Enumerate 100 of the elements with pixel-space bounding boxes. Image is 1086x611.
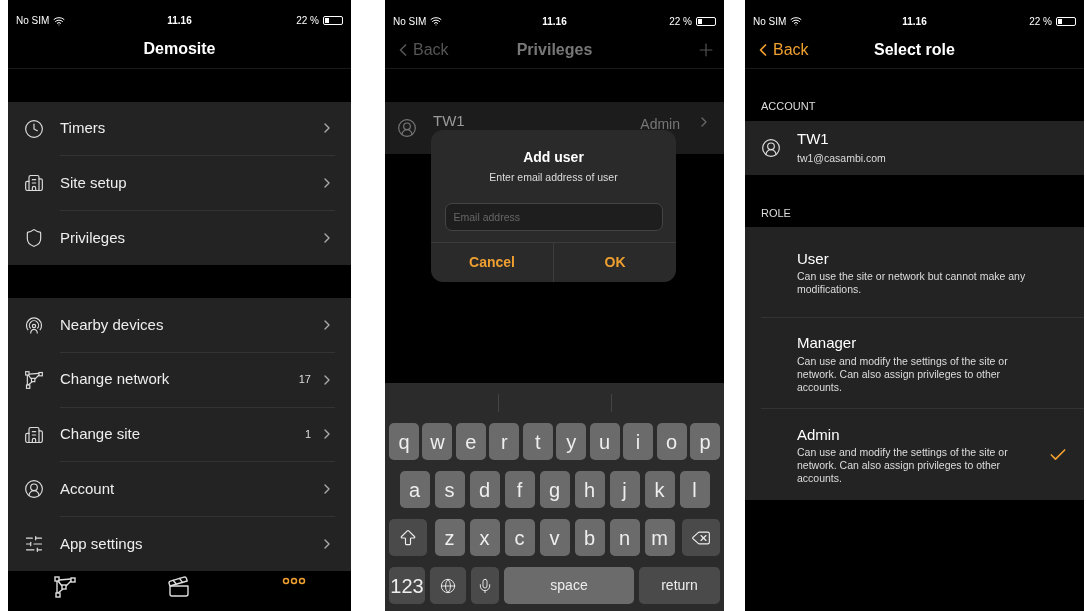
carrier-text: No SIM: [393, 14, 427, 29]
role-description: Can use and modify the settings of the site or network. Can also assign privileges to other accounts.: [797, 354, 1009, 394]
numbers-key[interactable]: 123: [389, 567, 425, 604]
section-header: ACCOUNT: [760, 99, 817, 114]
menu-label: Privileges: [60, 227, 127, 248]
clock-text: 11.16: [167, 14, 192, 29]
menu-label: Site setup: [60, 172, 128, 193]
count-text: 1: [304, 427, 311, 443]
nearby-icon: [24, 315, 44, 336]
menu-label: Change site: [60, 424, 142, 445]
role-name: Manager: [797, 333, 858, 354]
battery-icon: [1056, 16, 1076, 26]
menu-item[interactable]: Change network 17: [8, 352, 351, 408]
keyboard-key[interactable]: n: [609, 519, 640, 556]
mic-key[interactable]: [471, 567, 499, 604]
network-icon: [53, 575, 78, 600]
keyboard-key[interactable]: q: [389, 423, 419, 460]
user-icon: [24, 479, 44, 500]
keyboard-key[interactable]: c: [504, 519, 535, 556]
menu-label: Timers: [60, 118, 107, 139]
shift-key[interactable]: [389, 519, 427, 556]
sliders-icon: [24, 534, 44, 554]
role-description: Can use the site or network but cannot make any modifications.: [797, 270, 1027, 297]
role-option[interactable]: Admin Can use and modify the settings of the site or network. Can also assign privileges to other accounts.: [761, 409, 1084, 500]
screen-title: Privileges: [516, 39, 593, 60]
keyboard-key[interactable]: u: [589, 423, 620, 460]
battery-text: 22 %: [296, 14, 319, 29]
dialog-message: Enter email address of user: [489, 170, 618, 185]
globe-icon: [440, 577, 456, 594]
battery-text: 22 %: [1029, 14, 1052, 29]
dialog-button[interactable]: OK: [553, 243, 676, 282]
clock-text: 11.16: [542, 14, 567, 29]
keyboard-key[interactable]: b: [574, 519, 605, 556]
account-name: TW1: [797, 129, 830, 150]
keyboard-key[interactable]: y: [556, 423, 587, 460]
screen-title: Demosite: [143, 39, 216, 60]
section-header: ROLE: [760, 205, 792, 221]
keyboard-key[interactable]: d: [469, 471, 500, 508]
keyboard-key[interactable]: r: [489, 423, 520, 460]
user-icon: [397, 118, 417, 138]
menu-item[interactable]: Timers: [8, 101, 351, 157]
keyboard-key[interactable]: o: [656, 423, 687, 460]
building-icon: [24, 173, 44, 194]
wifi-icon: [53, 14, 66, 27]
keyboard-key[interactable]: w: [422, 423, 453, 460]
keyboard-key[interactable]: p: [689, 423, 720, 460]
keyboard-key[interactable]: m: [644, 519, 675, 556]
space-key[interactable]: space: [504, 567, 634, 604]
microphone-icon: [477, 577, 493, 594]
role-description: Can use and modify the settings of the site or network. Can also assign privileges to other accounts.: [797, 446, 1009, 486]
clock-icon: [24, 118, 44, 139]
wifi-icon: [790, 15, 803, 27]
battery-icon: [323, 16, 343, 26]
keyboard-key[interactable]: g: [539, 471, 570, 508]
menu-item[interactable]: Site setup: [8, 156, 351, 211]
return-key[interactable]: return: [639, 567, 720, 604]
carrier-text: No SIM: [753, 14, 787, 29]
keyboard-key[interactable]: h: [574, 471, 605, 508]
keyboard-key[interactable]: l: [679, 471, 710, 508]
menu-label: Nearby devices: [60, 314, 165, 335]
battery-text: 22 %: [669, 14, 692, 29]
shift-icon: [398, 527, 418, 548]
user-name: TW1: [433, 111, 466, 131]
menu-item[interactable]: Account: [8, 462, 351, 517]
keyboard-key[interactable]: x: [469, 519, 500, 556]
clock-text: 11.16: [902, 14, 927, 29]
carrier-text: No SIM: [16, 14, 50, 29]
role-option[interactable]: User Can use the site or network but cannot make any modifications.: [761, 227, 1084, 318]
keyboard-key[interactable]: a: [399, 471, 430, 508]
menu-item[interactable]: Privileges: [8, 210, 351, 266]
menu-label: Change network: [60, 369, 171, 390]
clapperboard-icon: [167, 575, 192, 600]
keyboard-key[interactable]: s: [434, 471, 465, 508]
count-text: 17: [298, 372, 311, 388]
dialog-button[interactable]: Cancel: [431, 243, 553, 282]
keyboard-key[interactable]: i: [623, 423, 654, 460]
keyboard-key[interactable]: z: [434, 519, 465, 556]
network-icon: [24, 370, 44, 391]
keyboard-key[interactable]: t: [522, 423, 553, 460]
role-option[interactable]: Manager Can use and modify the settings of the site or network. Can also assign privileges to other accounts.: [761, 318, 1084, 409]
role-name: Admin: [797, 424, 841, 445]
delete-key[interactable]: [682, 519, 720, 556]
globe-key[interactable]: [430, 567, 466, 604]
back-button[interactable]: Back: [393, 37, 449, 62]
building-icon: [24, 424, 44, 445]
wifi-icon: [430, 15, 443, 27]
menu-item[interactable]: Nearby devices: [8, 298, 351, 353]
menu-item[interactable]: App settings: [8, 516, 351, 572]
keyboard-key[interactable]: v: [539, 519, 570, 556]
keyboard-key[interactable]: f: [504, 471, 535, 508]
keyboard-key[interactable]: k: [644, 471, 675, 508]
shield-icon: [24, 228, 44, 249]
keyboard-key[interactable]: e: [455, 423, 486, 460]
back-button[interactable]: Back: [753, 37, 809, 62]
role-text: Admin: [640, 115, 680, 134]
account-email: tw1@casambi.com: [797, 150, 886, 166]
keyboard-key[interactable]: j: [609, 471, 640, 508]
screen-title: Select role: [874, 39, 955, 60]
menu-item[interactable]: Change site 1: [8, 407, 351, 463]
email-field[interactable]: Email address: [444, 202, 663, 231]
